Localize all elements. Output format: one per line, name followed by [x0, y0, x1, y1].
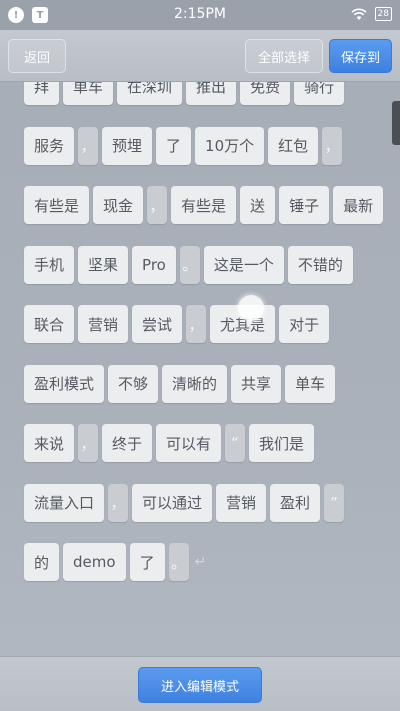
- word-chip[interactable]: 预埋: [102, 126, 153, 165]
- word-chip[interactable]: 的: [24, 543, 60, 581]
- punctuation-chip[interactable]: “: [225, 424, 246, 462]
- token-row: 联合 营销 尝试 ， 尤其是 对于: [24, 305, 384, 365]
- word-chip[interactable]: 拜: [24, 82, 60, 105]
- top-toolbar: 返回 全部选择 保存到: [0, 30, 400, 82]
- select-all-button[interactable]: 全部选择: [245, 39, 323, 73]
- battery-icon: 28: [374, 7, 392, 21]
- token-row: 手机 坚果 Pro 。 这是一个 不错的: [24, 245, 384, 306]
- word-chip[interactable]: 单车: [285, 364, 336, 403]
- word-chip[interactable]: 了: [156, 126, 192, 165]
- word-chip[interactable]: 我们是: [249, 424, 315, 462]
- punctuation-chip[interactable]: ，: [78, 424, 99, 462]
- word-chip[interactable]: 现金: [93, 186, 144, 224]
- word-chip[interactable]: 清晰的: [162, 364, 228, 403]
- word-chip[interactable]: 营销: [78, 305, 129, 343]
- token-row: 流量入口 ， 可以通过 营销 盈利 ”: [24, 483, 384, 544]
- word-chip[interactable]: 这是一个: [203, 245, 284, 284]
- word-chip[interactable]: 骑行: [294, 82, 345, 105]
- word-chip[interactable]: 有些是: [24, 186, 90, 224]
- word-chip[interactable]: 终于: [102, 424, 153, 462]
- word-chip[interactable]: 坚果: [78, 245, 129, 284]
- word-chip[interactable]: 最新: [333, 186, 384, 224]
- word-chip[interactable]: 盈利: [270, 483, 321, 522]
- word-chip[interactable]: 免费: [240, 82, 291, 105]
- punctuation-chip[interactable]: ，: [78, 126, 99, 165]
- word-chip[interactable]: 了: [129, 543, 165, 581]
- word-chip[interactable]: 手机: [24, 245, 75, 284]
- word-chip[interactable]: 可以通过: [132, 483, 213, 522]
- word-chip[interactable]: 在深圳: [117, 82, 183, 105]
- word-chip[interactable]: 锤子: [279, 186, 330, 224]
- word-chip[interactable]: 流量入口: [24, 483, 105, 522]
- word-chip[interactable]: 营销: [216, 483, 267, 522]
- word-chip[interactable]: 共享: [231, 364, 282, 403]
- word-chip[interactable]: 不够: [108, 364, 159, 403]
- punctuation-chip[interactable]: ，: [147, 186, 168, 224]
- word-chip[interactable]: 送: [240, 186, 276, 224]
- wifi-icon: [350, 8, 367, 20]
- word-chip[interactable]: demo: [63, 543, 126, 581]
- word-chip[interactable]: 联合: [24, 305, 75, 343]
- word-chip[interactable]: 服务: [24, 126, 75, 165]
- bottom-bar: 进入编辑模式: [0, 656, 400, 711]
- token-row: 拜 单车 在深圳 推出 免费 骑行: [24, 82, 384, 127]
- back-button[interactable]: 返回: [8, 39, 66, 73]
- scroll-handle[interactable]: [392, 101, 400, 145]
- enter-edit-mode-button[interactable]: 进入编辑模式: [138, 667, 262, 703]
- word-chip[interactable]: 来说: [24, 424, 75, 462]
- punctuation-chip[interactable]: ，: [108, 483, 129, 522]
- word-chip[interactable]: 尝试: [132, 305, 183, 343]
- token-area: 拜 单车 在深圳 推出 免费 骑行 服务 ， 预埋 了 10万个 红包 ， 有些…: [0, 82, 400, 656]
- token-row: 的 demo 了 。 ↵: [24, 543, 384, 603]
- token-rows: 拜 单车 在深圳 推出 免费 骑行 服务 ， 预埋 了 10万个 红包 ， 有些…: [24, 82, 384, 603]
- word-chip[interactable]: 不错的: [287, 245, 353, 284]
- punctuation-chip[interactable]: ，: [186, 305, 207, 343]
- token-row: 服务 ， 预埋 了 10万个 红包 ，: [24, 126, 384, 187]
- punctuation-chip[interactable]: ，: [322, 126, 343, 165]
- word-chip[interactable]: Pro: [132, 245, 176, 284]
- punctuation-chip[interactable]: ”: [324, 483, 345, 522]
- punctuation-chip[interactable]: 。: [179, 245, 200, 284]
- token-row: 来说 ， 终于 可以有 “ 我们是: [24, 424, 384, 484]
- token-row: 盈利模式 不够 清晰的 共享 单车: [24, 364, 384, 425]
- status-bar: ! T 2:15PM 28: [0, 0, 400, 30]
- punctuation-chip[interactable]: 。: [168, 543, 189, 581]
- word-chip[interactable]: 有些是: [171, 186, 237, 224]
- word-chip[interactable]: 推出: [186, 82, 237, 105]
- word-chip[interactable]: 盈利模式: [24, 364, 105, 403]
- token-row: 有些是 现金 ， 有些是 送 锤子 最新: [24, 186, 384, 246]
- status-right: 28: [350, 7, 392, 21]
- word-chip[interactable]: 对于: [279, 305, 330, 343]
- word-chip[interactable]: 红包: [268, 126, 319, 165]
- touch-indicator: [238, 295, 264, 321]
- word-chip[interactable]: 10万个: [195, 126, 265, 165]
- newline-icon: ↵: [194, 554, 207, 570]
- status-time: 2:15PM: [174, 6, 226, 22]
- save-to-button[interactable]: 保存到: [329, 39, 392, 73]
- word-chip[interactable]: 单车: [63, 82, 114, 105]
- word-chip[interactable]: 可以有: [156, 424, 222, 462]
